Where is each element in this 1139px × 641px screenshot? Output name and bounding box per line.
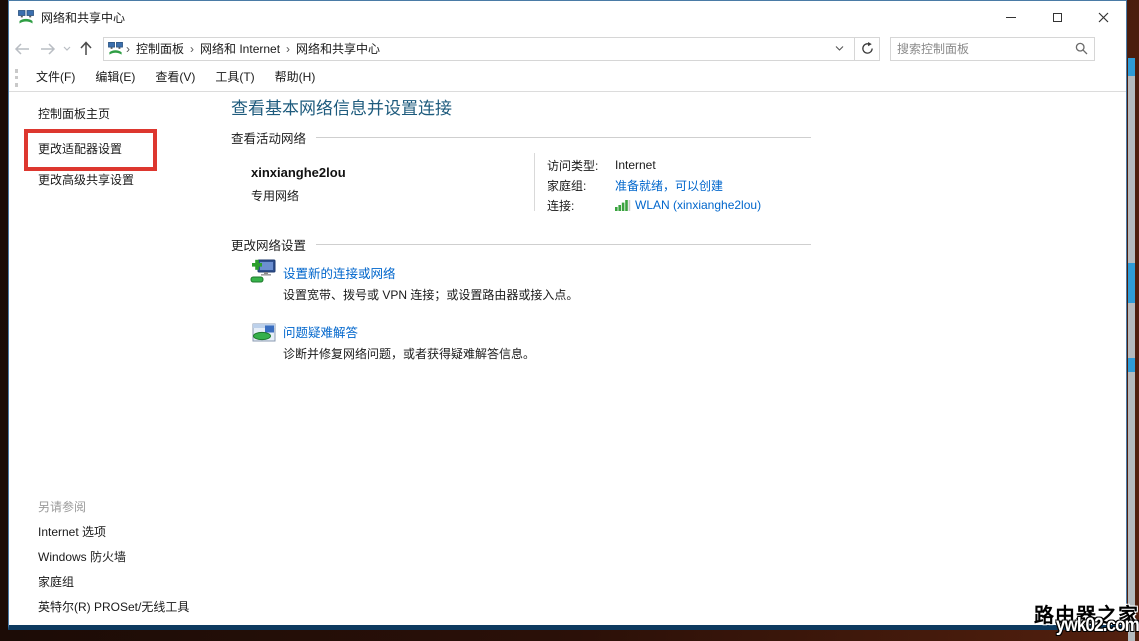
breadcrumb-separator: › — [126, 41, 130, 56]
troubleshoot-desc: 诊断并修复网络问题，或者获得疑难解答信息。 — [283, 347, 536, 361]
section-divider-line — [316, 244, 811, 245]
menu-tools[interactable]: 工具(T) — [205, 64, 264, 91]
network-name: xinxianghe2lou — [251, 165, 346, 180]
menu-bar: 文件(F) 编辑(E) 查看(V) 工具(T) 帮助(H) — [9, 64, 1126, 92]
menu-help[interactable]: 帮助(H) — [265, 64, 326, 91]
page-title: 查看基本网络信息并设置连接 — [231, 99, 452, 118]
connection-row: 连接: WLAN (xinxianghe2lou) — [547, 195, 761, 215]
desktop-background-strip — [1128, 58, 1135, 641]
maximize-button[interactable] — [1034, 1, 1080, 33]
refresh-button[interactable] — [855, 36, 880, 61]
see-also-windows-firewall[interactable]: Windows 防火墙 — [38, 548, 126, 565]
homegroup-row: 家庭组: 准备就绪，可以创建 — [547, 175, 761, 195]
close-icon — [1098, 12, 1108, 22]
menu-edit[interactable]: 编辑(E) — [85, 64, 145, 91]
breadcrumb-network-internet[interactable]: 网络和 Internet — [197, 40, 283, 57]
access-type-value: Internet — [615, 158, 656, 172]
homegroup-link[interactable]: 准备就绪，可以创建 — [615, 177, 723, 194]
network-type: 专用网络 — [251, 189, 300, 203]
see-also-header: 另请参阅 — [38, 500, 87, 514]
back-arrow-icon — [14, 42, 29, 55]
menubar-gripper[interactable] — [15, 68, 18, 87]
chevron-down-icon — [835, 46, 844, 51]
search-box — [890, 36, 1095, 61]
access-type-row: 访问类型: Internet — [547, 155, 761, 175]
network-sharing-center-window: 网络和共享中心 › 控制面板 › 网络和 Internet › 网络和共享中心 … — [8, 0, 1127, 630]
setup-new-connection-desc: 设置宽带、拨号或 VPN 连接；或设置路由器或接入点。 — [283, 288, 579, 302]
refresh-icon — [861, 42, 873, 54]
breadcrumb-control-panel[interactable]: 控制面板 — [133, 40, 187, 57]
wifi-signal-icon — [615, 199, 631, 211]
section-divider-line — [316, 137, 811, 138]
search-icon[interactable] — [1075, 42, 1088, 55]
see-also-intel-proset[interactable]: 英特尔(R) PROSet/无线工具 — [38, 598, 189, 615]
navigation-toolbar: › 控制面板 › 网络和 Internet › 网络和共享中心 — [9, 33, 1126, 64]
section-change-settings-title: 更改网络设置 — [231, 239, 307, 253]
breadcrumb-separator: › — [190, 41, 195, 56]
section-active-networks-title: 查看活动网络 — [231, 132, 307, 146]
minimize-icon — [1006, 16, 1016, 18]
troubleshoot-icon — [252, 323, 276, 342]
window-controls — [988, 1, 1126, 33]
sidebar-item-change-advanced-sharing[interactable]: 更改高级共享设置 — [38, 173, 134, 188]
homegroup-label: 家庭组: — [547, 178, 587, 193]
network-details: 访问类型: Internet 家庭组: 准备就绪，可以创建 连接: WLAN (… — [547, 155, 761, 215]
search-input[interactable] — [897, 41, 1075, 56]
new-connection-icon — [250, 259, 276, 283]
sidebar-item-control-panel-home[interactable]: 控制面板主页 — [38, 107, 110, 122]
section-active-networks: 查看活动网络 — [231, 128, 811, 147]
setup-new-connection-link[interactable]: 设置新的连接或网络 — [283, 263, 396, 282]
breadcrumb-network-sharing-center[interactable]: 网络和共享中心 — [293, 40, 383, 57]
menu-file[interactable]: 文件(F) — [26, 64, 85, 91]
desktop-strip-segment — [1128, 58, 1135, 76]
breadcrumb-separator: › — [286, 41, 291, 56]
forward-arrow-icon — [41, 42, 56, 55]
address-bar[interactable]: › 控制面板 › 网络和 Internet › 网络和共享中心 — [103, 36, 855, 61]
window-title: 网络和共享中心 — [41, 10, 126, 25]
chevron-down-icon — [63, 46, 71, 51]
up-arrow-icon — [80, 41, 92, 55]
minimize-button[interactable] — [988, 1, 1034, 33]
see-also-internet-options[interactable]: Internet 选项 — [38, 523, 106, 540]
recent-pages-dropdown[interactable] — [61, 36, 73, 62]
access-type-label: 访问类型: — [547, 158, 599, 173]
desktop-strip-segment — [1128, 263, 1135, 303]
network-sharing-icon — [18, 10, 34, 24]
up-button[interactable] — [73, 36, 99, 62]
connection-label: 连接: — [547, 198, 575, 213]
desktop-strip-segment — [1128, 358, 1135, 372]
menu-view[interactable]: 查看(V) — [145, 64, 205, 91]
close-button[interactable] — [1080, 1, 1126, 33]
active-network-panel: xinxianghe2lou 专用网络 访问类型: Internet 家庭组: … — [231, 151, 811, 215]
wlan-connection-link[interactable]: WLAN (xinxianghe2lou) — [635, 198, 761, 212]
address-dropdown-button[interactable] — [829, 46, 850, 51]
see-also-homegroup[interactable]: 家庭组 — [38, 573, 74, 590]
network-panel-divider — [534, 153, 535, 211]
back-button[interactable] — [9, 36, 35, 62]
forward-button[interactable] — [35, 36, 61, 62]
maximize-icon — [1052, 12, 1062, 22]
titlebar: 网络和共享中心 — [9, 1, 1126, 33]
troubleshoot-link[interactable]: 问题疑难解答 — [283, 322, 358, 341]
address-location-icon — [108, 42, 123, 55]
sidebar-item-change-adapter-settings[interactable]: 更改适配器设置 — [38, 142, 122, 157]
section-change-settings: 更改网络设置 — [231, 235, 811, 254]
